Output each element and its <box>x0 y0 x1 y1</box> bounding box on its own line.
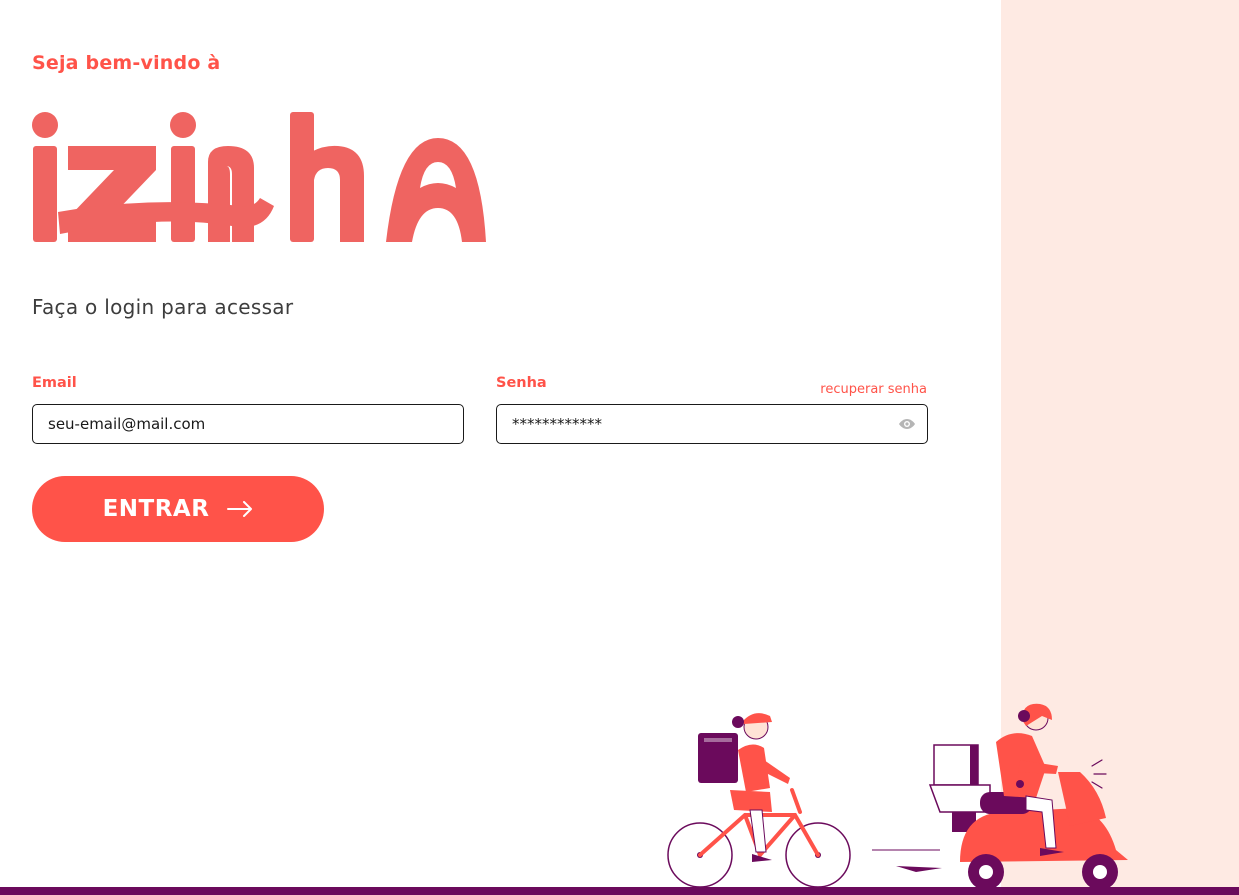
enter-button-label: ENTRAR <box>102 496 210 522</box>
brand-name: izinha <box>0 0 1 1</box>
email-label: Email <box>32 375 77 391</box>
eye-icon[interactable] <box>897 416 917 432</box>
scooter-rider-illustration <box>872 703 1128 890</box>
arrow-right-icon <box>227 501 253 517</box>
welcome-text: Seja bem-vindo à <box>32 52 221 74</box>
email-field-container <box>32 404 464 444</box>
page-subtitle: Faça o login para acessar <box>32 295 294 319</box>
email-input[interactable] <box>33 405 463 443</box>
password-input[interactable] <box>497 405 927 443</box>
enter-button[interactable]: ENTRAR <box>32 476 324 542</box>
password-field-container <box>496 404 928 444</box>
delivery-riders-illustration <box>667 703 1128 890</box>
password-label: Senha <box>496 375 547 391</box>
brand-logo <box>32 112 486 242</box>
recover-password-link[interactable]: recuperar senha <box>820 382 927 397</box>
footer-bar <box>0 887 1239 895</box>
bicycle-rider-illustration <box>667 713 851 888</box>
